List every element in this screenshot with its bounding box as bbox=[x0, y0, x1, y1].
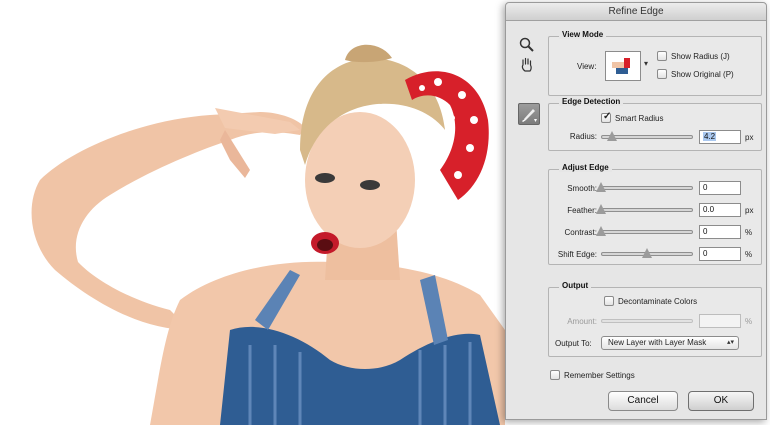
radius-label: Radius: bbox=[569, 132, 597, 141]
select-arrows-icon: ▴▾ bbox=[726, 339, 734, 346]
output-to-select[interactable]: New Layer with Layer Mask ▴▾ bbox=[601, 336, 739, 350]
edge-detection-group: Edge Detection Smart Radius Radius: 4.2 … bbox=[548, 97, 762, 151]
ok-button[interactable]: OK bbox=[688, 391, 754, 411]
shift-edge-slider[interactable] bbox=[601, 248, 693, 259]
output-to-value: New Layer with Layer Mask bbox=[608, 338, 707, 347]
smooth-slider[interactable] bbox=[596, 182, 693, 193]
view-mode-group: View Mode View: ▾ Show Radius (J) Show O… bbox=[548, 30, 762, 96]
refine-radius-brush-icon[interactable] bbox=[518, 103, 540, 125]
feather-unit: px bbox=[745, 206, 754, 215]
adjust-edge-legend: Adjust Edge bbox=[559, 163, 612, 172]
contrast-unit: % bbox=[745, 228, 753, 237]
radius-input[interactable]: 4.2 bbox=[699, 130, 741, 144]
contrast-slider-thumb[interactable] bbox=[596, 226, 606, 236]
amount-input bbox=[699, 314, 741, 328]
amount-unit: % bbox=[745, 317, 753, 326]
contrast-input[interactable]: 0 bbox=[699, 225, 741, 239]
output-group: Output Decontaminate Colors Amount: % Ou… bbox=[548, 281, 762, 357]
show-radius-label: Show Radius (J) bbox=[671, 52, 730, 61]
radius-slider-thumb[interactable] bbox=[607, 131, 618, 141]
show-original-label: Show Original (P) bbox=[671, 70, 734, 79]
smart-radius-label: Smart Radius bbox=[615, 114, 664, 123]
radius-unit: px bbox=[745, 133, 754, 142]
view-thumbnail[interactable] bbox=[605, 51, 641, 81]
shift-edge-unit: % bbox=[745, 250, 753, 259]
smart-radius-checkbox[interactable] bbox=[601, 111, 611, 123]
shift-edge-input[interactable]: 0 bbox=[699, 247, 741, 261]
edge-detection-legend: Edge Detection bbox=[559, 97, 624, 106]
remember-settings-label: Remember Settings bbox=[564, 371, 635, 380]
output-to-label: Output To: bbox=[555, 339, 592, 348]
adjust-edge-group: Adjust Edge Smooth: 0 Feather: 0.0 px Co… bbox=[548, 163, 762, 265]
cancel-button[interactable]: Cancel bbox=[608, 391, 678, 411]
amount-label: Amount: bbox=[567, 317, 597, 326]
zoom-icon[interactable] bbox=[518, 36, 536, 54]
show-radius-checkbox[interactable] bbox=[657, 51, 667, 61]
feather-slider[interactable] bbox=[596, 204, 693, 215]
shift-edge-slider-thumb[interactable] bbox=[642, 248, 652, 258]
smooth-input[interactable]: 0 bbox=[699, 181, 741, 195]
show-original-checkbox[interactable] bbox=[657, 69, 667, 79]
feather-label: Feather: bbox=[567, 206, 597, 215]
dialog-title: Refine Edge bbox=[506, 3, 766, 21]
decontaminate-colors-checkbox[interactable] bbox=[604, 296, 614, 306]
radius-slider[interactable] bbox=[601, 131, 693, 142]
feather-slider-thumb[interactable] bbox=[596, 204, 606, 214]
output-legend: Output bbox=[559, 281, 592, 290]
shift-edge-label: Shift Edge: bbox=[557, 250, 597, 259]
view-mode-legend: View Mode bbox=[559, 30, 607, 39]
view-dropdown-arrow[interactable]: ▾ bbox=[644, 59, 648, 68]
decontaminate-colors-label: Decontaminate Colors bbox=[618, 297, 698, 306]
contrast-label: Contrast: bbox=[564, 228, 597, 237]
hand-icon[interactable] bbox=[518, 56, 536, 74]
remember-settings-checkbox[interactable] bbox=[550, 370, 560, 380]
contrast-slider[interactable] bbox=[596, 226, 693, 237]
refine-edge-dialog: Refine Edge View Mode View: ▾ Show Radiu… bbox=[505, 2, 767, 420]
smooth-label: Smooth: bbox=[567, 184, 597, 193]
feather-input[interactable]: 0.0 bbox=[699, 203, 741, 217]
amount-slider bbox=[601, 316, 693, 326]
view-label: View: bbox=[577, 62, 597, 71]
smooth-slider-thumb[interactable] bbox=[596, 182, 606, 192]
